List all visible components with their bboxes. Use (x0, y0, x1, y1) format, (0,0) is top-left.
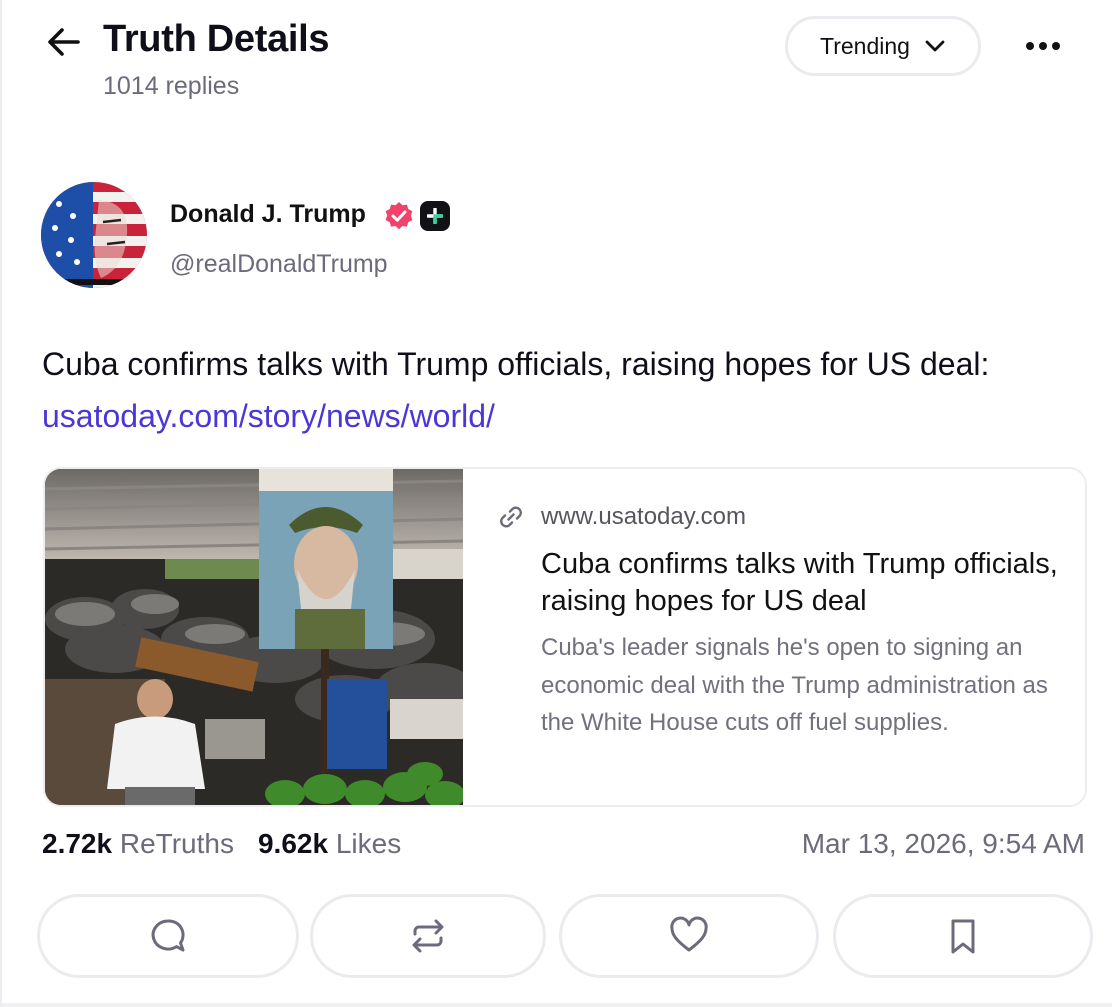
retruths-label: ReTruths (119, 828, 234, 859)
link-icon (500, 506, 522, 528)
author-handle[interactable]: @realDonaldTrump (170, 250, 388, 279)
page-title: Truth Details (103, 18, 330, 60)
more-options-button[interactable] (1018, 26, 1068, 66)
reply-icon (151, 919, 185, 952)
post-detail-page: Truth Details 1014 replies Trending Dona… (0, 0, 1112, 1007)
retruths-count: 2.72k (42, 828, 113, 859)
link-preview-image (45, 469, 463, 805)
ellipsis-icon (1026, 42, 1034, 50)
post-text: Cuba confirms talks with Trump officials… (42, 338, 1082, 442)
likes-stat[interactable]: 9.62k Likes (258, 828, 401, 860)
verified-badge-icon (384, 201, 414, 231)
sort-dropdown-label: Trending (820, 32, 910, 59)
retruth-button[interactable] (310, 894, 546, 978)
post-body-text: Cuba confirms talks with Trump officials… (42, 346, 990, 382)
link-domain: www.usatoday.com (541, 503, 746, 530)
link-title: Cuba confirms talks with Trump officials… (541, 548, 1058, 617)
post-stats: 2.72k ReTruths 9.62k Likes (42, 828, 401, 860)
chevron-down-icon (925, 40, 945, 52)
likes-label: Likes (335, 828, 402, 859)
arrow-left-icon (48, 28, 80, 56)
bookmark-icon (951, 919, 975, 954)
reply-button[interactable] (37, 894, 299, 978)
likes-count: 9.62k (257, 828, 329, 859)
retruth-icon (412, 919, 444, 953)
link-preview-card[interactable]: www.usatoday.com Cuba confirms talks wit… (43, 467, 1087, 807)
link-domain-row: www.usatoday.com (497, 503, 746, 531)
post-timestamp: Mar 13, 2026, 9:54 AM (801, 828, 1085, 859)
back-button[interactable] (44, 24, 84, 60)
avatar[interactable] (41, 182, 147, 288)
heart-icon (670, 916, 708, 952)
divider (2, 1003, 1112, 1007)
reply-count: 1014 replies (103, 72, 240, 100)
bookmark-button[interactable] (833, 894, 1093, 978)
post-actions (37, 894, 1093, 978)
avatar-image (41, 182, 147, 288)
sort-dropdown[interactable]: Trending (785, 16, 981, 76)
retruths-stat[interactable]: 2.72k ReTruths (42, 828, 234, 860)
like-button[interactable] (559, 894, 819, 978)
post-link[interactable]: usatoday.com/story/news/world/ (42, 398, 495, 434)
plus-badge-icon (420, 201, 450, 231)
link-description: Cuba's leader signals he's open to signi… (541, 634, 1048, 736)
author-name[interactable]: Donald J. Trump (170, 200, 366, 229)
